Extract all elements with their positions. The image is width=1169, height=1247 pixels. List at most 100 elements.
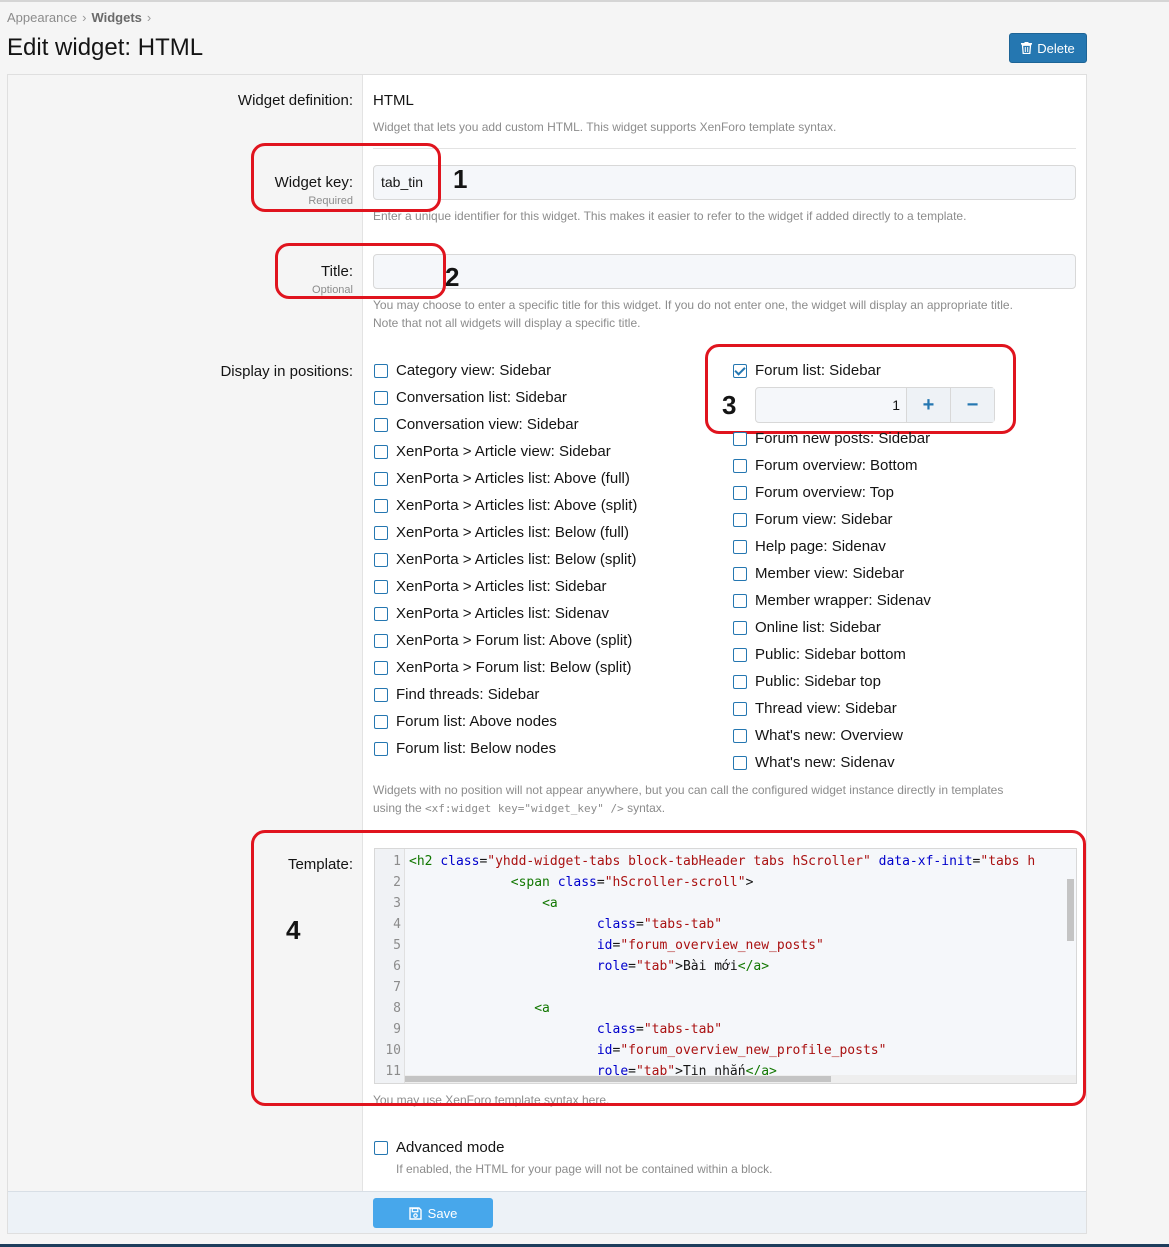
position-checkbox-left[interactable]: Forum list: Above nodes (374, 713, 557, 730)
position-label: Forum overview: Bottom (755, 457, 918, 474)
advanced-mode-label: Advanced mode (396, 1139, 505, 1156)
checkbox-icon[interactable] (374, 471, 388, 486)
position-label: Forum list: Above nodes (396, 713, 557, 730)
widget-definition-value: HTML (373, 92, 414, 109)
floppy-disk-icon (408, 1206, 422, 1220)
checkbox-icon[interactable] (374, 417, 388, 432)
annotation-number-3: 3 (722, 390, 737, 420)
position-checkbox-right[interactable]: Public: Sidebar top (733, 673, 881, 690)
widget-syntax-code: <xf:widget key="widget_key" /> (425, 802, 624, 815)
position-checkbox-right[interactable]: Member wrapper: Sidenav (733, 592, 931, 609)
checkbox-icon[interactable] (374, 1140, 388, 1155)
position-checkbox-right[interactable]: Public: Sidebar bottom (733, 646, 906, 663)
position-checkbox-right[interactable]: Online list: Sidebar (733, 619, 881, 636)
position-checkbox-left[interactable]: Conversation view: Sidebar (374, 416, 579, 433)
widget-key-input[interactable]: tab_tin (373, 165, 1076, 200)
checkbox-icon[interactable] (374, 390, 388, 405)
annotation-box-4 (251, 830, 1086, 1106)
position-checkbox-left[interactable]: Find threads: Sidebar (374, 686, 539, 703)
position-checkbox-left[interactable]: XenPorta > Articles list: Above (full) (374, 470, 630, 487)
checkbox-icon[interactable] (374, 579, 388, 594)
position-checkbox-left[interactable]: XenPorta > Articles list: Below (split) (374, 551, 637, 568)
position-label: XenPorta > Articles list: Sidebar (396, 578, 607, 595)
form-footer (8, 1191, 1086, 1233)
checkbox-icon[interactable] (374, 741, 388, 756)
position-checkbox-left[interactable]: XenPorta > Articles list: Sidenav (374, 605, 609, 622)
breadcrumb-separator: › (146, 10, 152, 25)
title-input[interactable] (373, 254, 1076, 289)
position-checkbox-right[interactable]: Forum view: Sidebar (733, 511, 893, 528)
annotation-number-4: 4 (286, 915, 301, 945)
position-label: Public: Sidebar bottom (755, 646, 906, 663)
checkbox-icon[interactable] (374, 633, 388, 648)
position-label: Category view: Sidebar (396, 362, 552, 379)
position-label: Conversation view: Sidebar (396, 416, 579, 433)
page-title: Edit widget: HTML (7, 34, 204, 61)
position-checkbox-right[interactable]: Forum overview: Bottom (733, 457, 918, 474)
position-checkbox-left[interactable]: XenPorta > Forum list: Below (split) (374, 659, 632, 676)
position-label: What's new: Sidenav (755, 754, 895, 771)
checkbox-icon[interactable] (374, 363, 388, 378)
checkbox-icon[interactable] (733, 512, 747, 527)
position-checkbox-right[interactable]: Thread view: Sidebar (733, 700, 897, 717)
checkbox-icon[interactable] (733, 431, 747, 446)
checkbox-icon[interactable] (374, 552, 388, 567)
position-checkbox-left[interactable]: XenPorta > Articles list: Sidebar (374, 578, 607, 595)
position-checkbox-left[interactable]: Conversation list: Sidebar (374, 389, 567, 406)
checkbox-icon[interactable] (733, 674, 747, 689)
annotation-box-1 (251, 143, 441, 212)
position-checkbox-left[interactable]: XenPorta > Articles list: Above (split) (374, 497, 637, 514)
checkbox-icon[interactable] (374, 525, 388, 540)
advanced-mode-checkbox[interactable]: Advanced mode (374, 1139, 504, 1156)
position-checkbox-right[interactable]: Forum overview: Top (733, 484, 894, 501)
position-label: XenPorta > Articles list: Above (split) (396, 497, 638, 514)
position-checkbox-right[interactable]: What's new: Overview (733, 727, 903, 744)
checkbox-icon[interactable] (733, 539, 747, 554)
annotation-box-3 (705, 344, 1016, 434)
position-checkbox-right[interactable]: Help page: Sidenav (733, 538, 886, 555)
delete-label: Delete (1037, 40, 1075, 56)
checkbox-icon[interactable] (374, 660, 388, 675)
checkbox-icon[interactable] (374, 606, 388, 621)
widget-definition-description: Widget that lets you add custom HTML. Th… (373, 120, 837, 134)
position-label: Online list: Sidebar (755, 619, 881, 636)
checkbox-icon[interactable] (733, 647, 747, 662)
position-checkbox-left[interactable]: XenPorta > Article view: Sidebar (374, 443, 611, 460)
checkbox-icon[interactable] (374, 444, 388, 459)
breadcrumb: Appearance › Widgets › (7, 10, 151, 25)
checkbox-icon[interactable] (733, 458, 747, 473)
position-checkbox-right[interactable]: Member view: Sidebar (733, 565, 904, 582)
save-button[interactable]: Save (373, 1198, 493, 1228)
position-checkbox-left[interactable]: Forum list: Below nodes (374, 740, 556, 757)
position-label: Find threads: Sidebar (396, 686, 540, 703)
position-label: XenPorta > Articles list: Below (full) (396, 524, 630, 541)
position-label: Thread view: Sidebar (755, 700, 897, 717)
breadcrumb-separator: › (82, 10, 87, 25)
position-checkbox-right[interactable]: Forum new posts: Sidebar (733, 430, 930, 447)
breadcrumb-widgets[interactable]: Widgets (91, 10, 141, 25)
checkbox-icon[interactable] (733, 728, 747, 743)
position-checkbox-left[interactable]: Category view: Sidebar (374, 362, 551, 379)
position-label: Forum overview: Top (755, 484, 894, 501)
positions-explain-line2: using the <xf:widget key="widget_key" />… (373, 799, 665, 818)
position-label: Help page: Sidenav (755, 538, 886, 555)
checkbox-icon[interactable] (374, 498, 388, 513)
position-label: Conversation list: Sidebar (396, 389, 567, 406)
breadcrumb-appearance[interactable]: Appearance (7, 10, 77, 25)
position-checkbox-right[interactable]: What's new: Sidenav (733, 754, 895, 771)
delete-button[interactable]: Delete (1009, 33, 1087, 63)
checkbox-icon[interactable] (374, 687, 388, 702)
position-checkbox-left[interactable]: XenPorta > Articles list: Below (full) (374, 524, 629, 541)
position-label: XenPorta > Forum list: Above (split) (396, 632, 633, 649)
checkbox-icon[interactable] (733, 593, 747, 608)
title-explain-line1: You may choose to enter a specific title… (373, 298, 1013, 312)
checkbox-icon[interactable] (733, 701, 747, 716)
checkbox-icon[interactable] (733, 620, 747, 635)
checkbox-icon[interactable] (733, 485, 747, 500)
checkbox-icon[interactable] (733, 566, 747, 581)
checkbox-icon[interactable] (374, 714, 388, 729)
position-checkbox-left[interactable]: XenPorta > Forum list: Above (split) (374, 632, 632, 649)
position-label: Member wrapper: Sidenav (755, 592, 931, 609)
save-label: Save (427, 1205, 458, 1221)
checkbox-icon[interactable] (733, 755, 747, 770)
